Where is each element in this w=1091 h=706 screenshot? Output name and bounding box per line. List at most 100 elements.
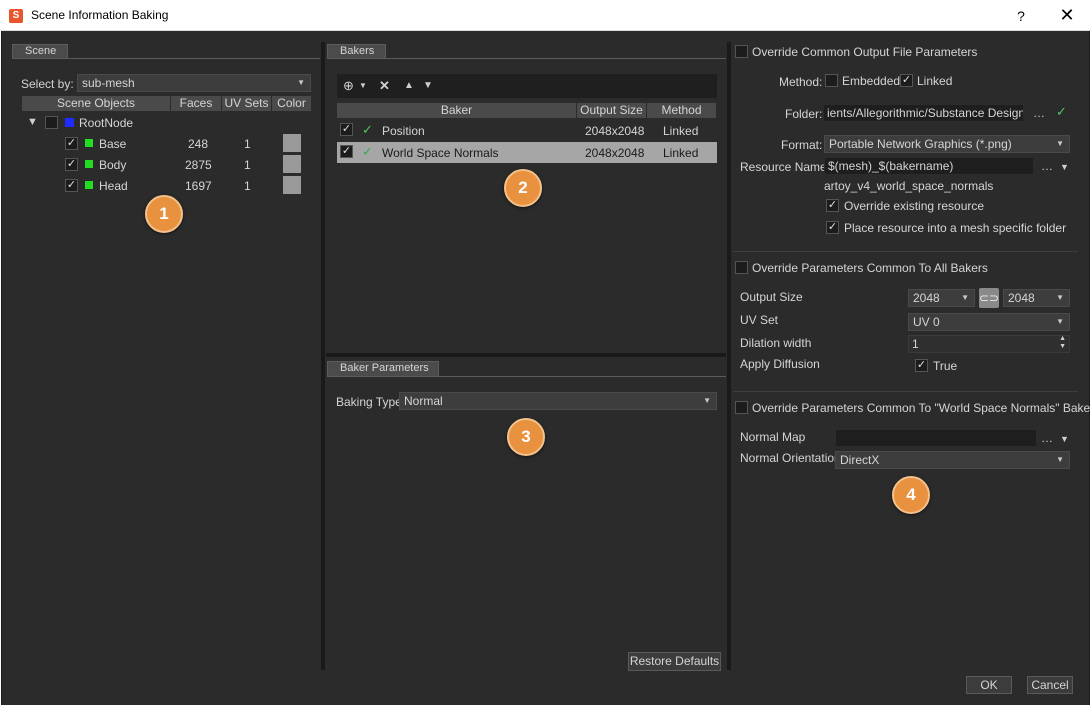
head-color-swatch xyxy=(85,181,93,189)
resource-name-chevron-icon[interactable]: ▼ xyxy=(1060,162,1069,172)
output-height-dropdown[interactable]: 2048 ▼ xyxy=(1003,289,1070,307)
base-faces: 248 xyxy=(188,137,209,151)
body-faces: 2875 xyxy=(185,158,212,172)
head-color-button[interactable] xyxy=(283,176,301,194)
normal-map-browse-button[interactable]: … xyxy=(1041,431,1053,445)
table-row[interactable]: ✓ ✓ World Space Normals 2048x2048 Linked xyxy=(337,142,717,163)
output-width-dropdown[interactable]: 2048 ▼ xyxy=(908,289,975,307)
splitter-left[interactable] xyxy=(321,42,325,670)
chevron-down-icon: ▼ xyxy=(1056,317,1064,326)
bakers-toolbar: ⊕ ▼ ✕ ▲ ▼ xyxy=(337,74,717,98)
tab-scene[interactable]: Scene xyxy=(12,44,68,59)
baker-size: 2048x2048 xyxy=(585,124,645,138)
expand-arrow-icon[interactable]: ▼ xyxy=(27,116,38,128)
table-row[interactable]: ✓ ✓ Position 2048x2048 Linked xyxy=(337,120,717,141)
col-color[interactable]: Color xyxy=(272,96,312,111)
resource-name-field[interactable]: $(mesh)_$(bakername) xyxy=(824,157,1034,175)
bakers-tab-line xyxy=(327,58,726,59)
resource-name-options-button[interactable]: … xyxy=(1041,159,1053,173)
base-label: Base xyxy=(99,137,127,151)
cancel-button[interactable]: Cancel xyxy=(1027,676,1073,694)
linked-checkbox[interactable]: ✓ xyxy=(900,74,913,87)
output-size-label: Output Size xyxy=(740,290,803,304)
override-output-checkbox[interactable] xyxy=(735,45,748,58)
help-button[interactable]: ? xyxy=(1008,6,1034,26)
override-existing-checkbox[interactable]: ✓ xyxy=(826,199,839,212)
override-wsn-label: Override Parameters Common To "World Spa… xyxy=(752,401,1091,415)
place-resource-label: Place resource into a mesh specific fold… xyxy=(844,221,1067,235)
col-uv-sets[interactable]: UV Sets xyxy=(222,96,272,111)
splitter-right[interactable] xyxy=(727,42,731,670)
override-wsn-checkbox[interactable] xyxy=(735,401,748,414)
rootnode-label: RootNode xyxy=(79,116,134,130)
splitter-middle[interactable] xyxy=(326,353,726,357)
move-down-icon[interactable]: ▼ xyxy=(423,80,433,91)
baking-type-dropdown[interactable]: Normal ▼ xyxy=(399,392,717,410)
resource-name-label: Resource Name: xyxy=(740,160,831,174)
chevron-down-icon: ▼ xyxy=(1056,293,1064,302)
col-scene-objects[interactable]: Scene Objects xyxy=(22,96,171,111)
normal-orientation-dropdown[interactable]: DirectX ▼ xyxy=(835,451,1070,469)
link-sizes-icon[interactable]: ⊂⊃ xyxy=(979,288,999,308)
divider xyxy=(733,251,1078,252)
tab-baker-parameters[interactable]: Baker Parameters xyxy=(327,361,439,376)
folder-field[interactable]: ients/Allegorithmic/Substance Designer/6 xyxy=(823,104,1024,122)
uv-set-dropdown[interactable]: UV 0 ▼ xyxy=(908,313,1070,331)
head-checkbox[interactable]: ✓ xyxy=(65,179,78,192)
chevron-down-icon: ▼ xyxy=(703,396,711,405)
check-icon: ✓ xyxy=(362,144,373,159)
embedded-checkbox[interactable] xyxy=(825,74,838,87)
normal-map-field[interactable] xyxy=(835,429,1037,447)
col-faces[interactable]: Faces xyxy=(171,96,222,111)
select-by-label: Select by: xyxy=(21,77,74,91)
normal-map-label: Normal Map xyxy=(740,430,806,444)
close-button[interactable]: ✕ xyxy=(1053,5,1081,25)
col-method[interactable]: Method xyxy=(647,103,717,118)
move-up-icon[interactable]: ▲ xyxy=(404,80,414,91)
chevron-down-icon: ▼ xyxy=(297,78,305,87)
dilation-spinbox[interactable]: 1 ▲ ▼ xyxy=(908,335,1070,353)
normal-orientation-value: DirectX xyxy=(840,453,880,467)
uv-set-label: UV Set xyxy=(740,313,779,327)
body-color-swatch xyxy=(85,160,93,168)
body-label: Body xyxy=(99,158,127,172)
tab-bakers[interactable]: Bakers xyxy=(327,44,386,59)
baker-name: Position xyxy=(382,124,425,138)
diffusion-checkbox[interactable]: ✓ xyxy=(915,359,928,372)
add-baker-icon[interactable]: ⊕ xyxy=(343,78,354,94)
base-color-button[interactable] xyxy=(283,134,301,152)
ok-button[interactable]: OK xyxy=(966,676,1012,694)
callout-badge-4: 4 xyxy=(892,476,930,514)
position-checkbox[interactable]: ✓ xyxy=(340,123,353,136)
params-tab-line xyxy=(327,376,726,377)
add-menu-chevron-icon[interactable]: ▼ xyxy=(359,81,367,90)
format-dropdown[interactable]: Portable Network Graphics (*.png) ▼ xyxy=(824,135,1070,153)
diffusion-label: Apply Diffusion xyxy=(740,357,820,371)
restore-defaults-button[interactable]: Restore Defaults xyxy=(628,652,721,671)
select-by-dropdown[interactable]: sub-mesh ▼ xyxy=(77,74,311,92)
normal-map-chevron-icon[interactable]: ▼ xyxy=(1060,434,1069,444)
col-output-size[interactable]: Output Size xyxy=(577,103,647,118)
select-by-value: sub-mesh xyxy=(82,76,135,90)
chevron-down-icon: ▼ xyxy=(1056,139,1064,148)
rootnode-checkbox[interactable] xyxy=(45,116,58,129)
callout-badge-3: 3 xyxy=(507,418,545,456)
base-checkbox[interactable]: ✓ xyxy=(65,137,78,150)
wsn-checkbox[interactable]: ✓ xyxy=(340,145,353,158)
linked-label: Linked xyxy=(917,74,953,88)
body-checkbox[interactable]: ✓ xyxy=(65,158,78,171)
baker-method: Linked xyxy=(663,146,699,160)
uv-set-value: UV 0 xyxy=(913,315,940,329)
output-height-value: 2048 xyxy=(1008,291,1035,305)
browse-folder-button[interactable]: … xyxy=(1033,106,1045,120)
format-value: Portable Network Graphics (*.png) xyxy=(829,137,1012,151)
spinner-arrows-icon[interactable]: ▲ ▼ xyxy=(1059,336,1066,351)
baking-type-label: Baking Type xyxy=(336,395,402,409)
base-color-swatch xyxy=(85,139,93,147)
place-resource-checkbox[interactable]: ✓ xyxy=(826,221,839,234)
remove-baker-icon[interactable]: ✕ xyxy=(379,78,390,94)
body-color-button[interactable] xyxy=(283,155,301,173)
baker-method: Linked xyxy=(663,124,699,138)
col-baker[interactable]: Baker xyxy=(337,103,577,118)
override-common-checkbox[interactable] xyxy=(735,261,748,274)
